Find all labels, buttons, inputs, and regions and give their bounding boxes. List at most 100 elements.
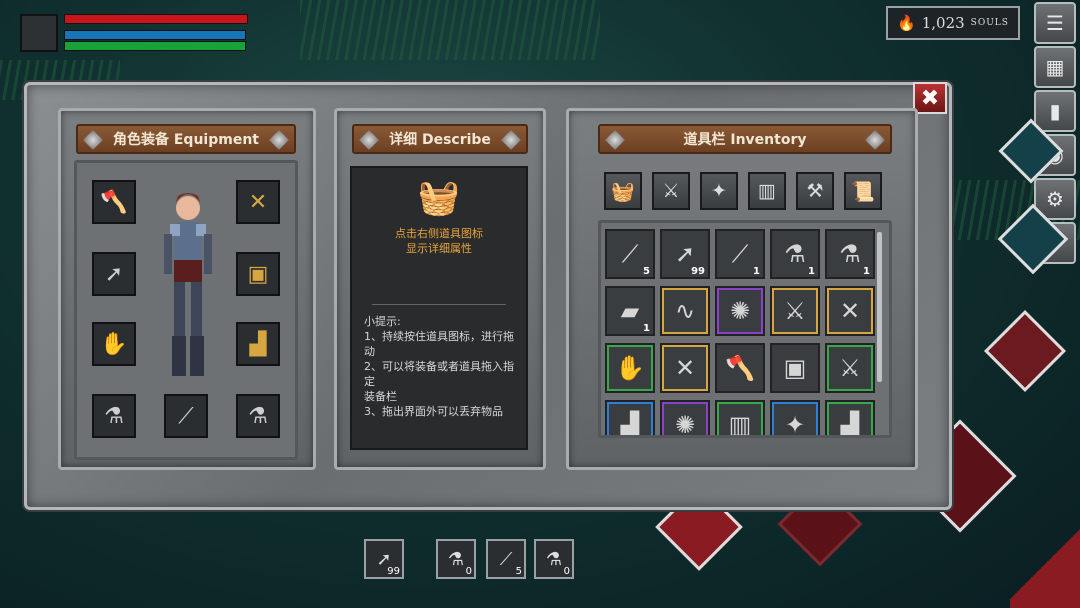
filter-weapon-icon: ⚔ xyxy=(662,180,680,202)
quick-blue-potion-slot-2-count: 0 xyxy=(563,566,570,577)
filter-scroll-button[interactable]: 📜 xyxy=(844,172,882,210)
souls-counter: 🔥 1,023 SOULS xyxy=(886,6,1020,40)
green-potion-icon: ⚗ xyxy=(784,240,806,268)
green-flask-item[interactable]: ⚗ 1 xyxy=(825,229,875,279)
gauntlet-item[interactable]: ✋ xyxy=(605,343,655,393)
green-potion-item[interactable]: ⚗ 1 xyxy=(770,229,820,279)
quick-yellow-vial-icon: ⟋ xyxy=(499,548,513,570)
quick-arrow-slot[interactable]: ➚ 99 xyxy=(364,539,404,579)
leg-armor-icon: ▟ xyxy=(840,411,860,438)
gold-bar-item[interactable]: ▰ 1 xyxy=(605,286,655,336)
gauntlet-icon: ✋ xyxy=(615,354,645,382)
inventory-title: 道具栏 Inventory xyxy=(683,132,807,148)
mace-icon: ✦ xyxy=(784,411,806,438)
filter-armor-icon: ✦ xyxy=(711,180,727,202)
blue-potion-icon: ⚗ xyxy=(104,403,124,429)
rope-item[interactable]: ∿ xyxy=(660,286,710,336)
flame-icon: 🔥 xyxy=(897,14,916,32)
chest-armor-slot[interactable]: ▣ xyxy=(236,252,280,296)
inventory-grid[interactable]: ⟋ 5 ➚ 99 ⟋ 1 ⚗ 1 ⚗ 1 ▰ 1 ∿ ✺ ⚔ ✕ ✋ ✕ 🪓 ▣ ⚔ ▟ ✺ ▥ ✦ ▟ xyxy=(598,220,892,438)
door-button[interactable]: ▮ xyxy=(1034,90,1076,132)
yellow-vial-item-count: 5 xyxy=(643,266,650,277)
red-vial-icon: ⟋ xyxy=(731,240,749,268)
health-bar xyxy=(64,14,248,24)
corner-expand-button[interactable] xyxy=(1010,520,1080,608)
armor-item[interactable]: ▣ xyxy=(770,343,820,393)
describe-box: 🧺 点击右侧道具图标 显示详细属性 小提示: 1、持续按住道具图标，进行拖动 2… xyxy=(350,166,528,450)
scroll-item[interactable]: ▥ xyxy=(715,400,765,435)
close-button[interactable]: ✖ xyxy=(913,82,947,114)
crossed-swords-item[interactable]: ✕ xyxy=(825,286,875,336)
arrow-slot[interactable]: ➚ xyxy=(92,252,136,296)
quick-blue-potion-slot[interactable]: ⚗ 0 xyxy=(436,539,476,579)
spiked-ball-item[interactable]: ✺ xyxy=(715,286,765,336)
describe-hint-line2: 显示详细属性 xyxy=(406,242,472,255)
stamina-bar-fill xyxy=(65,42,245,50)
mace-item[interactable]: ✦ xyxy=(770,400,820,438)
equipment-title-bar: 角色装备 Equipment xyxy=(76,124,296,154)
boots-icon: ▟ xyxy=(249,331,267,357)
inventory-scrollbar[interactable] xyxy=(877,232,882,382)
yellow-vial-icon: ⟋ xyxy=(621,240,639,268)
yellow-vial-item[interactable]: ⟋ 5 xyxy=(605,229,655,279)
filter-armor-button[interactable]: ✦ xyxy=(700,172,738,210)
blue-potion-icon-2: ⚗ xyxy=(248,403,268,429)
basket-icon: 🧺 xyxy=(417,178,461,218)
glove-icon: ✋ xyxy=(100,331,128,357)
quick-blue-potion-slot-2[interactable]: ⚗ 0 xyxy=(534,539,574,579)
crossed-axes-icon: ✕ xyxy=(674,354,696,382)
spiked-ball-icon: ✺ xyxy=(729,297,751,325)
crossed-axes-item[interactable]: ✕ xyxy=(660,343,710,393)
quick-blue-potion-icon: ⚗ xyxy=(447,548,465,570)
yellow-vial-slot[interactable]: ⟋ xyxy=(164,394,208,438)
weapon-axe-slot[interactable]: 🪓 xyxy=(92,180,136,224)
sword-item[interactable]: ⚔ xyxy=(770,286,820,336)
mana-bar xyxy=(64,30,246,40)
green-flask-icon: ⚗ xyxy=(839,240,861,268)
green-potion-item-count: 1 xyxy=(808,266,815,277)
axe-item[interactable]: 🪓 xyxy=(715,343,765,393)
green-flask-item-count: 1 xyxy=(863,266,870,277)
boots-item[interactable]: ▟ xyxy=(605,400,655,435)
red-vial-item[interactable]: ⟋ 1 xyxy=(715,229,765,279)
leg-armor-item[interactable]: ▟ xyxy=(825,400,875,438)
menu-list-button[interactable]: ☰ xyxy=(1034,2,1076,44)
blue-potion-slot[interactable]: ⚗ xyxy=(92,394,136,438)
quick-yellow-vial-slot-count: 5 xyxy=(515,566,522,577)
souls-label: SOULS xyxy=(970,18,1009,28)
armor-shoulder-slot[interactable]: ✕ xyxy=(236,180,280,224)
arrow-item-count: 99 xyxy=(691,266,705,277)
spiked-icon: ✺ xyxy=(674,411,696,438)
sword-green-icon: ⚔ xyxy=(839,354,861,382)
map-icon: ▦ xyxy=(1045,55,1065,79)
filter-map-button[interactable]: ▥ xyxy=(748,172,786,210)
glove-slot[interactable]: ✋ xyxy=(92,322,136,366)
blue-potion-slot-2[interactable]: ⚗ xyxy=(236,394,280,438)
player-portrait[interactable] xyxy=(20,14,58,52)
yellow-vial-icon: ⟋ xyxy=(178,403,194,429)
gold-bar-icon: ▰ xyxy=(620,297,640,325)
describe-title: 详细 Describe xyxy=(389,132,491,148)
filter-weapon-button[interactable]: ⚔ xyxy=(652,172,690,210)
map-button[interactable]: ▦ xyxy=(1034,46,1076,88)
arrow-icon: ➚ xyxy=(104,261,124,287)
mana-bar-fill xyxy=(65,31,245,39)
boots-slot[interactable]: ▟ xyxy=(236,322,280,366)
equipment-title: 角色装备 Equipment xyxy=(113,132,259,148)
quick-yellow-vial-slot[interactable]: ⟋ 5 xyxy=(486,539,526,579)
red-vial-item-count: 1 xyxy=(753,266,760,277)
menu-list-icon: ☰ xyxy=(1046,11,1064,35)
gold-bar-item-count: 1 xyxy=(643,323,650,334)
armor-shoulder-icon: ✕ xyxy=(248,189,268,215)
filter-scroll-icon: 📜 xyxy=(851,180,875,203)
door-icon: ▮ xyxy=(1049,99,1061,123)
quick-arrow-slot-count: 99 xyxy=(387,566,400,577)
sword-green-item[interactable]: ⚔ xyxy=(825,343,875,393)
filter-basket-button[interactable]: 🧺 xyxy=(604,172,642,210)
filter-tools-button[interactable]: ⚒ xyxy=(796,172,834,210)
rope-icon: ∿ xyxy=(674,297,696,325)
settings-gear-icon: ⚙ xyxy=(1046,187,1064,211)
character-model xyxy=(164,193,212,376)
spiked-item[interactable]: ✺ xyxy=(660,400,710,438)
arrow-item[interactable]: ➚ 99 xyxy=(660,229,710,279)
